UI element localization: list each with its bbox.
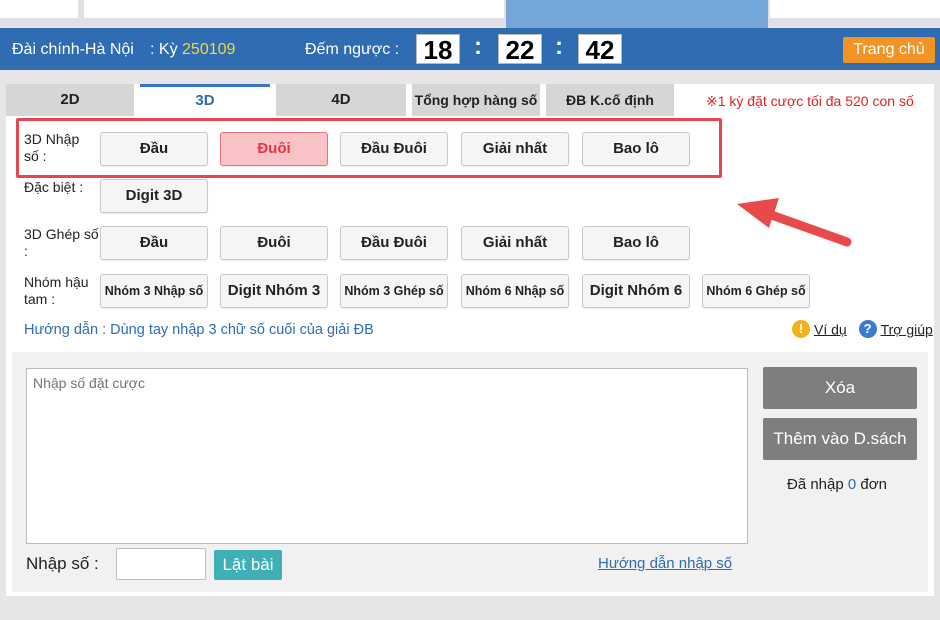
selection-highlight-box — [16, 118, 722, 178]
bet-input-area: Xóa Thêm vào D.sách Đã nhập 0 đơn Nhập s… — [12, 352, 928, 592]
bet-numbers-input[interactable] — [26, 368, 748, 544]
warning-icon: ! — [792, 320, 810, 339]
tab-fixed-special[interactable]: ĐB K.cố định — [546, 84, 674, 116]
support-link[interactable]: Trợ giúp — [881, 321, 933, 337]
group6-combine-button[interactable]: Nhóm 6 Ghép số — [702, 274, 810, 308]
digit-group3-button[interactable]: Digit Nhóm 3 — [220, 274, 328, 308]
period-value: 250109 — [182, 41, 236, 58]
row-label-3d-combine: 3D Ghép số : — [24, 226, 99, 259]
row-label-group: Nhóm hậu tam : — [24, 274, 89, 307]
header-bar: Đài chính-Hà Nội : Kỳ 250109 Đếm ngược :… — [0, 28, 940, 70]
add-to-list-button[interactable]: Thêm vào D.sách — [763, 418, 917, 460]
example-link[interactable]: Ví dụ — [814, 321, 847, 337]
help-links: ! Ví dụ ? Trợ giúp — [792, 320, 933, 339]
period-label: : Kỳ 250109 — [150, 41, 236, 58]
digit-3d-button[interactable]: Digit 3D — [100, 179, 208, 213]
arrow-annotation-icon — [737, 198, 852, 247]
row-label-special: Đặc biệt : — [24, 179, 84, 195]
instruction-text: Hướng dẫn : Dùng tay nhập 3 chữ số cuối … — [24, 322, 374, 338]
limit-notice: ※1 kỳ đặt cược tối đa 520 con số — [706, 93, 914, 109]
number-input-label: Nhập số : — [26, 554, 99, 573]
group6-input-button[interactable]: Nhóm 6 Nhập số — [461, 274, 569, 308]
tab-2d[interactable]: 2D — [6, 84, 134, 116]
entered-count: Đã nhập 0 đơn — [787, 476, 887, 493]
countdown-hours: 18 — [416, 34, 460, 65]
betting-panel: 2D 3D 4D Tổng hợp hàng số ĐB K.cố định ※… — [6, 84, 934, 596]
tab-summary[interactable]: Tổng hợp hàng số — [412, 84, 540, 116]
tab-3d[interactable]: 3D — [140, 84, 270, 116]
digit-group6-button[interactable]: Digit Nhóm 6 — [582, 274, 690, 308]
countdown-colon: : — [474, 33, 482, 60]
countdown-label: Đếm ngược : — [305, 41, 400, 58]
top-strip — [0, 0, 940, 28]
number-input[interactable] — [116, 548, 206, 580]
flip-button[interactable]: Lật bài — [214, 550, 282, 580]
countdown-minutes: 22 — [498, 34, 542, 65]
help-icon: ? — [858, 320, 877, 339]
3d-combine-head-button[interactable]: Đầu — [100, 226, 208, 260]
station-name: Đài chính-Hà Nội — [12, 41, 134, 58]
home-button[interactable]: Trang chủ — [843, 37, 935, 63]
countdown-colon: : — [555, 33, 563, 60]
3d-combine-bao-lo-button[interactable]: Bao lô — [582, 226, 690, 260]
entered-count-value: 0 — [847, 476, 857, 493]
3d-combine-first-prize-button[interactable]: Giải nhất — [461, 226, 569, 260]
3d-combine-head-tail-button[interactable]: Đầu Đuôi — [340, 226, 448, 260]
group3-input-button[interactable]: Nhóm 3 Nhập số — [100, 274, 208, 308]
delete-button[interactable]: Xóa — [763, 367, 917, 409]
input-guide-link[interactable]: Hướng dẫn nhập số — [598, 555, 732, 572]
tab-4d[interactable]: 4D — [276, 84, 406, 116]
group3-combine-button[interactable]: Nhóm 3 Ghép số — [340, 274, 448, 308]
countdown-seconds: 42 — [578, 34, 622, 65]
3d-combine-tail-button[interactable]: Đuôi — [220, 226, 328, 260]
